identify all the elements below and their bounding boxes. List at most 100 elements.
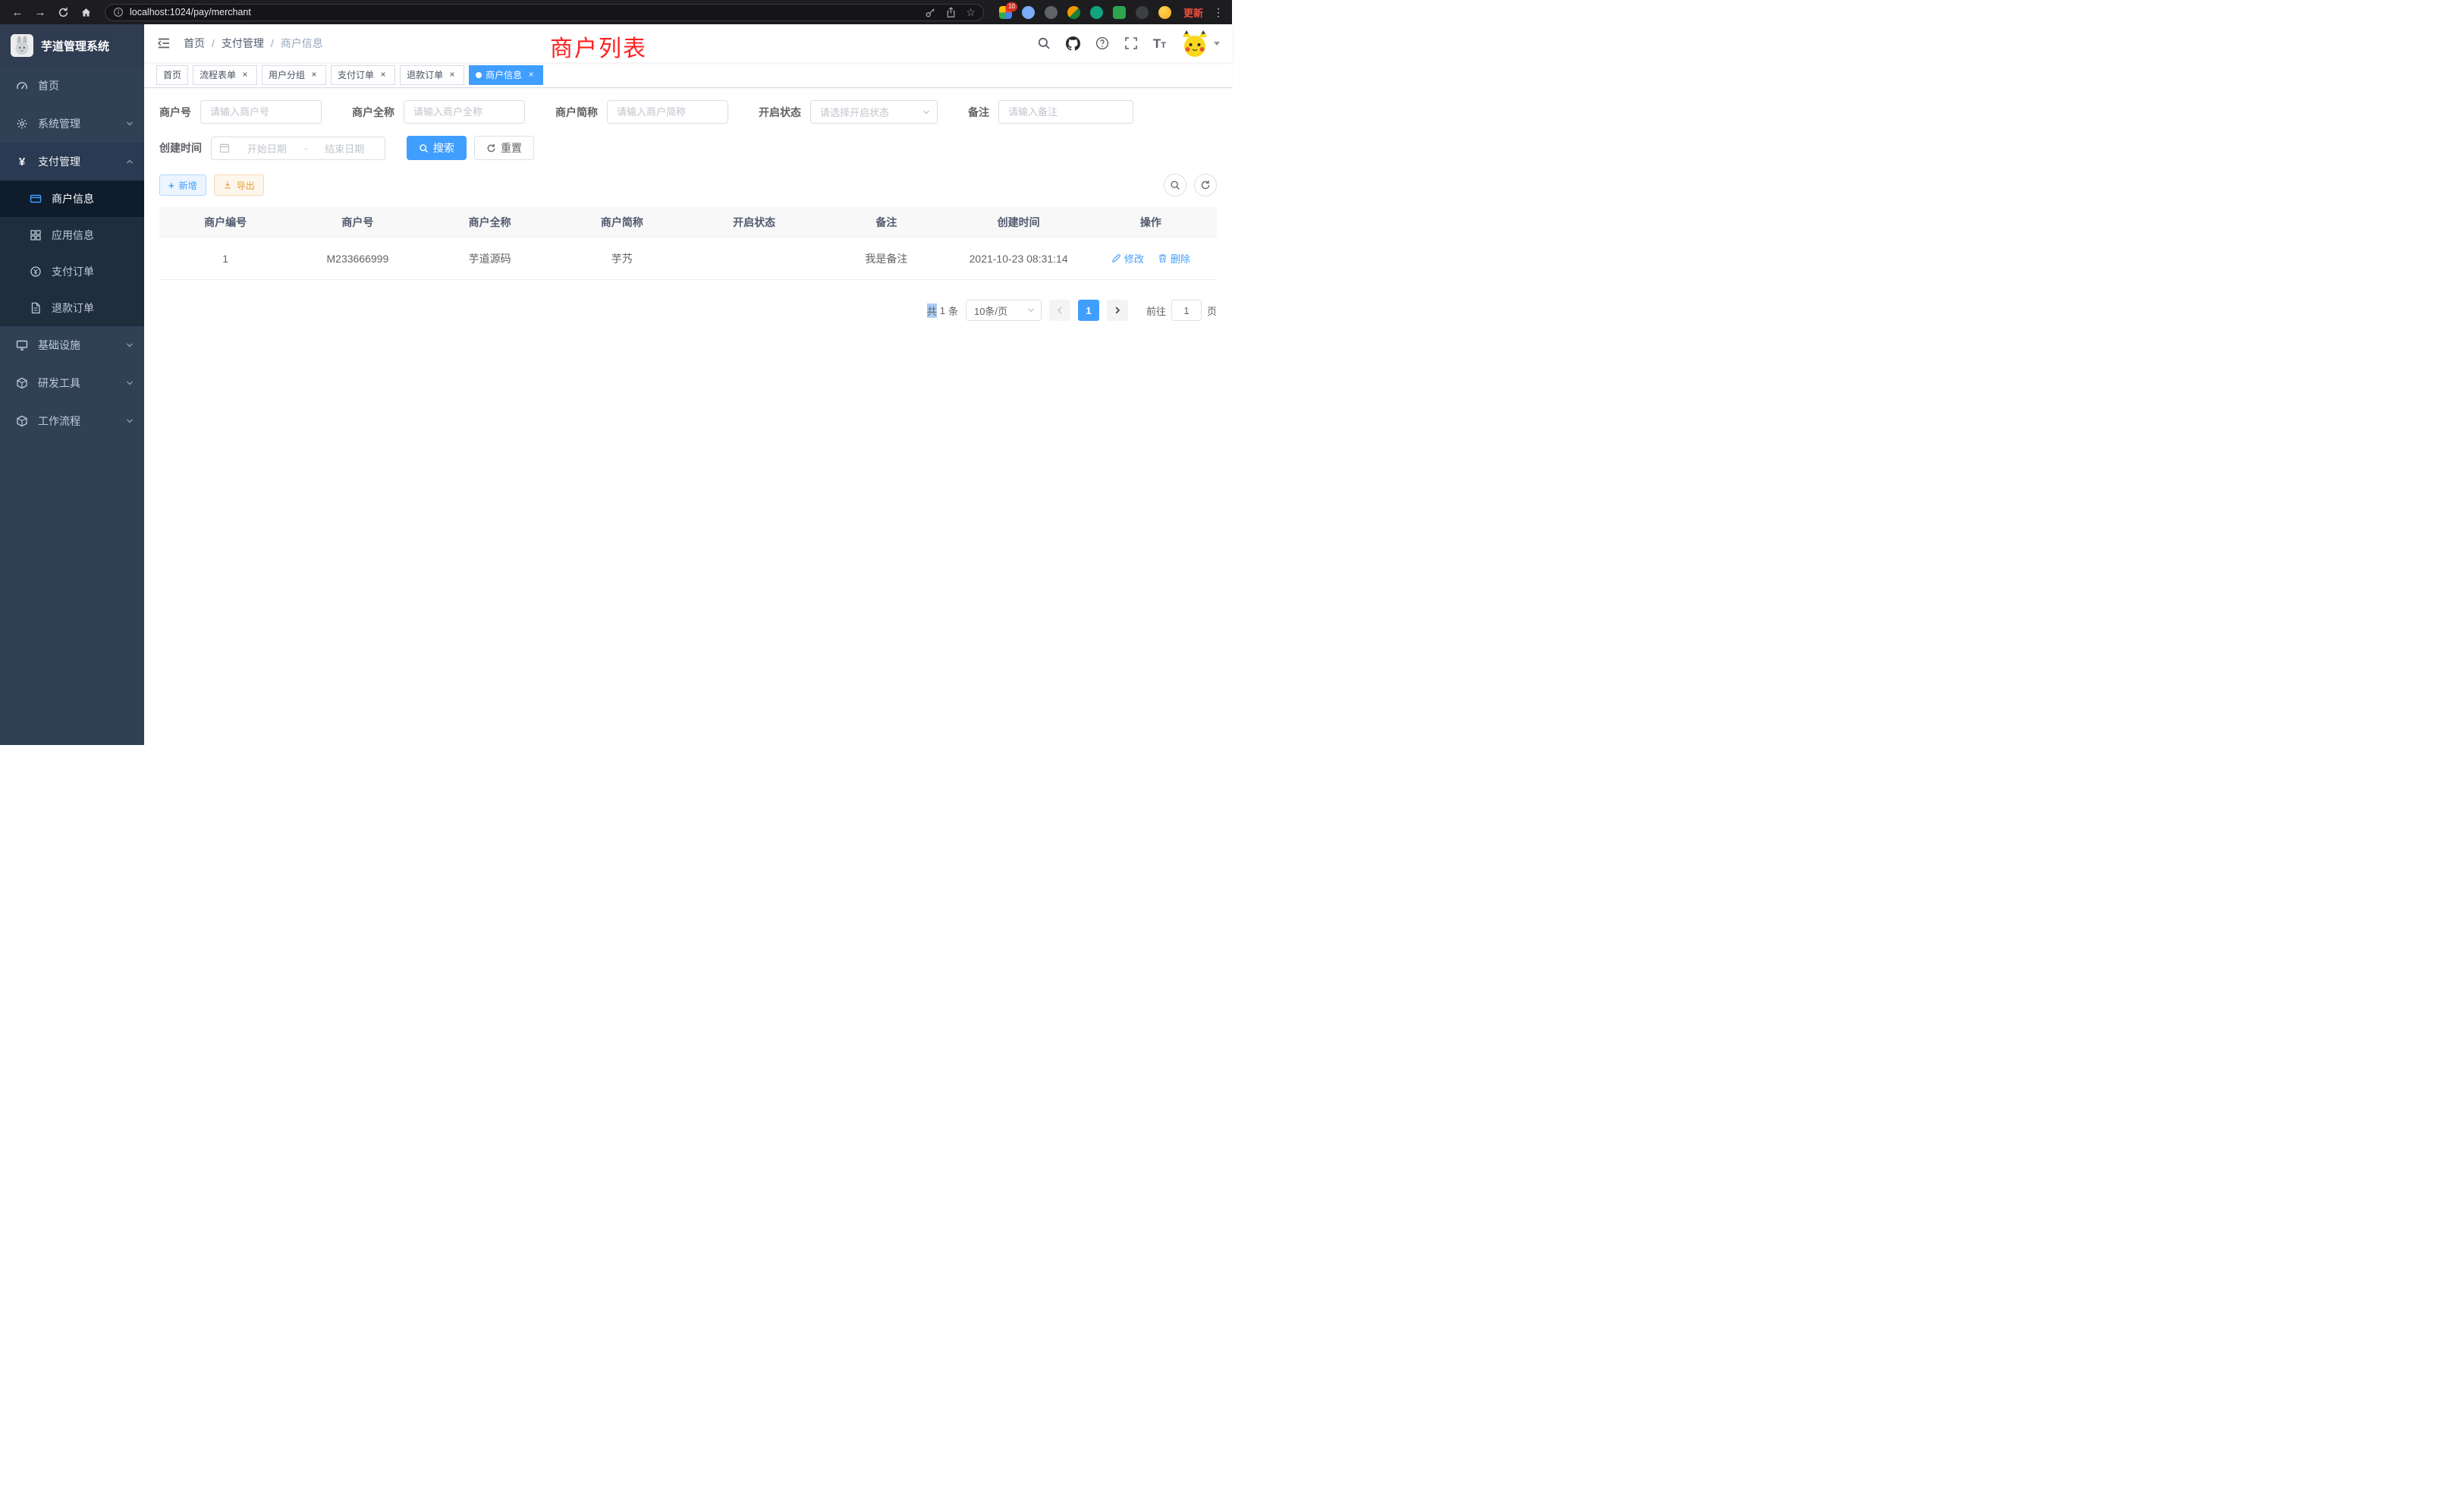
tab-close-icon[interactable]: × — [447, 70, 457, 80]
tab-close-icon[interactable]: × — [309, 70, 319, 80]
cell-create-time: 2021-10-23 08:31:14 — [953, 253, 1085, 265]
sidebar-item-infra[interactable]: 基础设施 — [0, 326, 144, 364]
sidebar-item-workflow[interactable]: 工作流程 — [0, 402, 144, 440]
delete-button[interactable]: 删除 — [1158, 251, 1190, 266]
sidebar-item-merchant-info[interactable]: 商户信息 — [0, 181, 144, 217]
url-bar[interactable]: localhost:1024/pay/merchant ☆ — [105, 4, 984, 21]
breadcrumb-separator: / — [271, 37, 274, 49]
extension-badge: 10 — [1006, 2, 1017, 11]
navbar-actions: TT — [1037, 30, 1220, 57]
refresh-table-button[interactable] — [1194, 174, 1217, 196]
extension-icon-gray-circle[interactable] — [1045, 6, 1058, 19]
cell-full-name: 芋道源码 — [424, 251, 556, 266]
browser-forward-icon[interactable]: → — [30, 3, 50, 21]
search-icon[interactable] — [1037, 36, 1051, 50]
sidebar-item-label: 支付订单 — [52, 264, 94, 279]
app-logo[interactable]: 芋道管理系统 — [0, 24, 144, 67]
date-separator: - — [304, 143, 307, 154]
remark-input[interactable] — [998, 100, 1133, 124]
extension-icon-grid[interactable]: 10 — [999, 6, 1012, 19]
extension-icon-pinwheel[interactable] — [1136, 6, 1149, 19]
add-button[interactable]: + 新增 — [159, 174, 206, 196]
help-icon[interactable] — [1095, 36, 1109, 50]
browser-update-button[interactable]: 更新 — [1183, 5, 1203, 20]
tab-pay-order[interactable]: 支付订单 × — [331, 65, 395, 85]
edit-button[interactable]: 修改 — [1111, 251, 1144, 266]
extension-icon-avatar[interactable] — [1067, 6, 1080, 19]
merchant-no-input[interactable] — [200, 100, 322, 124]
calendar-icon — [219, 143, 230, 153]
table-row: 1 M233666999 芋道源码 芋艿 我是备注 2021-10-23 08:… — [159, 237, 1217, 280]
sidebar-toggle-icon[interactable] — [156, 36, 171, 51]
table-tools — [1164, 174, 1217, 196]
next-page-button[interactable] — [1107, 300, 1128, 321]
tab-refund-order[interactable]: 退款订单 × — [400, 65, 464, 85]
sidebar-item-system[interactable]: 系统管理 — [0, 105, 144, 143]
site-info-icon[interactable] — [113, 7, 124, 17]
tab-process-form[interactable]: 流程表单 × — [193, 65, 257, 85]
tab-close-icon[interactable]: × — [526, 70, 536, 80]
user-avatar-menu[interactable] — [1181, 30, 1220, 57]
pagination-goto: 前往 页 — [1146, 300, 1217, 321]
goto-label: 前往 — [1146, 303, 1166, 318]
font-size-icon[interactable]: TT — [1153, 37, 1166, 50]
short-name-input[interactable] — [607, 100, 728, 124]
sidebar-item-pay-order[interactable]: 支付订单 — [0, 253, 144, 290]
chevron-down-icon — [126, 120, 134, 127]
browser-home-icon[interactable] — [76, 3, 96, 21]
tab-merchant-info[interactable]: 商户信息 × — [469, 65, 543, 85]
page-unit-label: 页 — [1207, 303, 1217, 318]
chevron-up-icon — [126, 158, 134, 165]
breadcrumb-home[interactable]: 首页 — [184, 36, 205, 51]
browser-reload-icon[interactable] — [53, 3, 73, 21]
page-size-select[interactable]: 10条/页 — [966, 300, 1042, 321]
tags-view-bar: 首页 流程表单 × 用户分组 × 支付订单 × 退款订单 × — [144, 62, 1232, 88]
github-icon[interactable] — [1066, 36, 1080, 51]
rabbit-logo-icon — [11, 34, 33, 57]
app-title: 芋道管理系统 — [41, 38, 109, 54]
sidebar-item-app-info[interactable]: 应用信息 — [0, 217, 144, 253]
sidebar-item-payment[interactable]: ¥ 支付管理 — [0, 143, 144, 181]
sidebar-item-home[interactable]: 首页 — [0, 67, 144, 105]
tab-close-icon[interactable]: × — [240, 70, 250, 80]
share-icon[interactable] — [945, 7, 957, 18]
chevron-down-icon — [126, 379, 134, 387]
page-number-1[interactable]: 1 — [1078, 300, 1099, 321]
prev-page-button[interactable] — [1049, 300, 1070, 321]
sidebar-item-devtools[interactable]: 研发工具 — [0, 364, 144, 402]
cell-remark: 我是备注 — [820, 251, 952, 266]
chevron-down-icon — [126, 417, 134, 425]
browser-menu-icon[interactable]: ⋮ — [1212, 3, 1224, 21]
bookmark-star-icon[interactable]: ☆ — [966, 6, 976, 19]
cube-icon — [15, 377, 29, 389]
extension-icon-green-circle[interactable] — [1090, 6, 1103, 19]
sidebar-item-refund-order[interactable]: 退款订单 — [0, 290, 144, 326]
box-icon — [15, 415, 29, 427]
chevron-down-icon — [1214, 42, 1220, 46]
export-button[interactable]: 导出 — [214, 174, 264, 196]
fullscreen-icon[interactable] — [1124, 36, 1138, 50]
toggle-search-button[interactable] — [1164, 174, 1186, 196]
extension-icon-smiley[interactable] — [1158, 6, 1171, 19]
tab-close-icon[interactable]: × — [378, 70, 388, 80]
search-button[interactable]: 搜索 — [407, 136, 467, 160]
breadcrumb-payment[interactable]: 支付管理 — [222, 36, 264, 51]
sidebar-item-label: 退款订单 — [52, 300, 94, 316]
password-key-icon[interactable] — [925, 7, 936, 18]
goto-page-input[interactable] — [1171, 300, 1202, 321]
tab-home[interactable]: 首页 — [156, 65, 188, 85]
sidebar: 芋道管理系统 首页 系统管理 ¥ 支付管理 — [0, 24, 144, 745]
cell-merchant-id: 1 — [159, 253, 291, 265]
search-icon — [419, 143, 429, 153]
status-select[interactable]: 请选择开启状态 — [810, 100, 938, 124]
create-time-range-picker[interactable]: 开始日期 - 结束日期 — [211, 137, 385, 160]
table-toolbar: + 新增 导出 — [159, 174, 1217, 196]
reset-button[interactable]: 重置 — [474, 136, 534, 160]
full-name-label: 商户全称 — [352, 105, 394, 120]
tab-user-group[interactable]: 用户分组 × — [262, 65, 326, 85]
full-name-input[interactable] — [404, 100, 525, 124]
extension-icon-blue-pin[interactable] — [1022, 6, 1035, 19]
browser-back-icon[interactable]: ← — [8, 3, 27, 21]
edit-pencil-icon — [1111, 253, 1121, 263]
extension-icon-green-notes[interactable] — [1113, 6, 1126, 19]
